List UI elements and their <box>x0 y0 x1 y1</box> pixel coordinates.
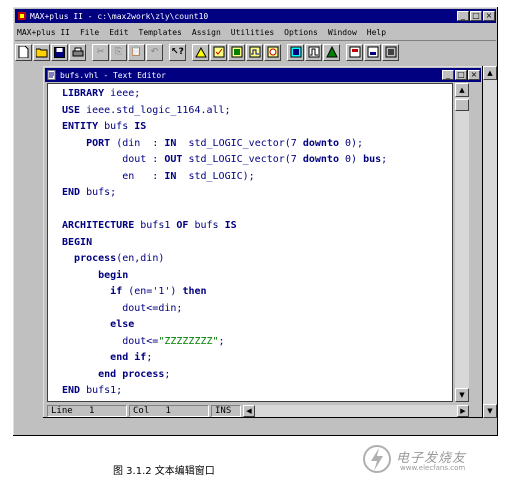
code-line: begin <box>98 269 129 281</box>
waveform-editor-icon[interactable] <box>323 43 340 61</box>
horizontal-scrollbar[interactable]: ◀ ▶ <box>243 404 469 417</box>
mode-indicator: INS <box>211 404 241 417</box>
editor-scroll-down-icon[interactable]: ▼ <box>455 388 469 402</box>
code-line: USE ieee.std_logic_1164.all; <box>62 104 231 116</box>
editor-minimize-button[interactable]: _ <box>442 70 454 80</box>
app-vertical-scrollbar[interactable]: ▲ ▼ <box>483 66 497 418</box>
editor-close-button[interactable]: × <box>468 70 480 80</box>
document-file-icon <box>47 70 56 80</box>
menu-maxplus[interactable]: MAX+plus II <box>15 28 75 37</box>
floorplan-editor-icon[interactable] <box>346 43 363 61</box>
code-line: end process; <box>98 368 171 380</box>
editor-vertical-scrollbar[interactable]: ▲ ▼ <box>455 83 469 402</box>
line-value: 1 <box>88 405 95 416</box>
editor-title-bar[interactable]: bufs.vhl - Text Editor _ □ × <box>45 68 481 82</box>
scroll-right-icon[interactable]: ▶ <box>457 404 469 417</box>
code-line: dout<=din; <box>62 302 183 314</box>
code-line: ENTITY bufs IS <box>62 121 147 132</box>
undo-icon[interactable]: ↶ <box>146 43 163 61</box>
close-button[interactable]: × <box>483 11 495 21</box>
paste-icon[interactable]: 📋 <box>128 43 145 61</box>
editor-scroll-up-icon[interactable]: ▲ <box>455 83 469 97</box>
col-indicator: Col 1 <box>129 404 209 417</box>
app-icon <box>18 12 26 20</box>
watermark-logo: 电子发烧友 www.elecfans.com <box>360 444 500 476</box>
menu-utilities[interactable]: Utilities <box>226 28 279 37</box>
help-pointer-icon[interactable]: ↖? <box>169 43 186 61</box>
code-line: dout<="ZZZZZZZZ"; <box>62 335 225 347</box>
menu-bar: MAX+plus II File Edit Templates Assign U… <box>15 25 496 39</box>
project-save-check-icon[interactable] <box>210 43 227 61</box>
menu-options[interactable]: Options <box>279 28 323 37</box>
watermark-lightning-icon <box>363 445 391 473</box>
device-icon[interactable] <box>382 43 399 61</box>
col-value: 1 <box>165 405 171 416</box>
scroll-up-icon[interactable]: ▲ <box>483 66 497 80</box>
col-label: Col <box>133 405 150 416</box>
code-line: ARCHITECTURE bufs1 OF bufs IS <box>62 220 237 231</box>
code-line: if (en='1') then <box>110 286 207 297</box>
app-title-bar[interactable]: MAX+plus II - c:\max2work\zly\count10 _ … <box>15 9 496 23</box>
code-line: END bufs; <box>62 187 117 198</box>
save-icon[interactable] <box>51 43 68 61</box>
line-indicator: Line 1 <box>47 404 127 417</box>
code-line: END bufs1; <box>62 385 123 396</box>
scroll-down-icon[interactable]: ▼ <box>483 404 497 418</box>
menu-edit[interactable]: Edit <box>104 28 133 37</box>
menu-assign[interactable]: Assign <box>187 28 226 37</box>
code-line: LIBRARY ieee; <box>62 88 141 99</box>
copy-icon[interactable]: ⎘ <box>110 43 127 61</box>
code-line: end if; <box>110 352 153 363</box>
code-line: BEGIN <box>62 236 93 248</box>
compiler-icon[interactable] <box>287 43 304 61</box>
hierarchy-icon[interactable] <box>192 43 209 61</box>
menu-file[interactable]: File <box>75 28 104 37</box>
app-title: MAX+plus II - c:\max2work\zly\count10 <box>30 11 209 21</box>
code-editor[interactable]: LIBRARY ieee; USE ieee.std_logic_1164.all… <box>47 83 453 402</box>
cut-icon[interactable]: ✂ <box>92 43 109 61</box>
menu-window[interactable]: Window <box>323 28 362 37</box>
editor-scroll-thumb[interactable] <box>455 99 469 111</box>
minimize-button[interactable]: _ <box>457 11 469 21</box>
document-icon[interactable] <box>364 43 381 61</box>
code-line: else <box>110 319 135 330</box>
app-window: MAX+plus II - c:\max2work\zly\count10 _ … <box>13 7 498 436</box>
editor-title: bufs.vhl - Text Editor <box>60 70 166 80</box>
code-line: en : IN std_LOGIC); <box>62 170 255 182</box>
simulator-icon[interactable] <box>305 43 322 61</box>
text-editor-window: bufs.vhl - Text Editor _ □ × LIBRARY iee… <box>43 66 483 418</box>
status-bar: Line 1 Col 1 INS ◀ ▶ <box>47 404 469 417</box>
line-label: Line <box>51 405 73 416</box>
open-file-icon[interactable] <box>33 43 50 61</box>
scroll-left-icon[interactable]: ◀ <box>243 404 255 417</box>
code-line: dout : OUT std_LOGIC_vector(7 downto 0) … <box>62 154 388 165</box>
print-icon[interactable] <box>69 43 86 61</box>
code-line: PORT (din : IN std_LOGIC_vector(7 downto… <box>86 137 364 149</box>
figure-caption: 图 3.1.2 文本编辑窗口 <box>113 466 215 477</box>
project-save-compile-icon[interactable] <box>228 43 245 61</box>
editor-maximize-button[interactable]: □ <box>455 70 467 80</box>
timing-analyzer-icon[interactable] <box>264 43 281 61</box>
project-save-simulate-icon[interactable] <box>246 43 263 61</box>
toolbar: ✂ ⎘ 📋 ↶ ↖? <box>15 40 496 63</box>
maximize-button[interactable]: □ <box>470 11 482 21</box>
menu-templates[interactable]: Templates <box>134 28 187 37</box>
menu-help[interactable]: Help <box>362 28 391 37</box>
watermark-url: www.elecfans.com <box>400 464 466 472</box>
code-line: process(en,din) <box>74 253 165 264</box>
new-file-icon[interactable] <box>15 43 32 61</box>
